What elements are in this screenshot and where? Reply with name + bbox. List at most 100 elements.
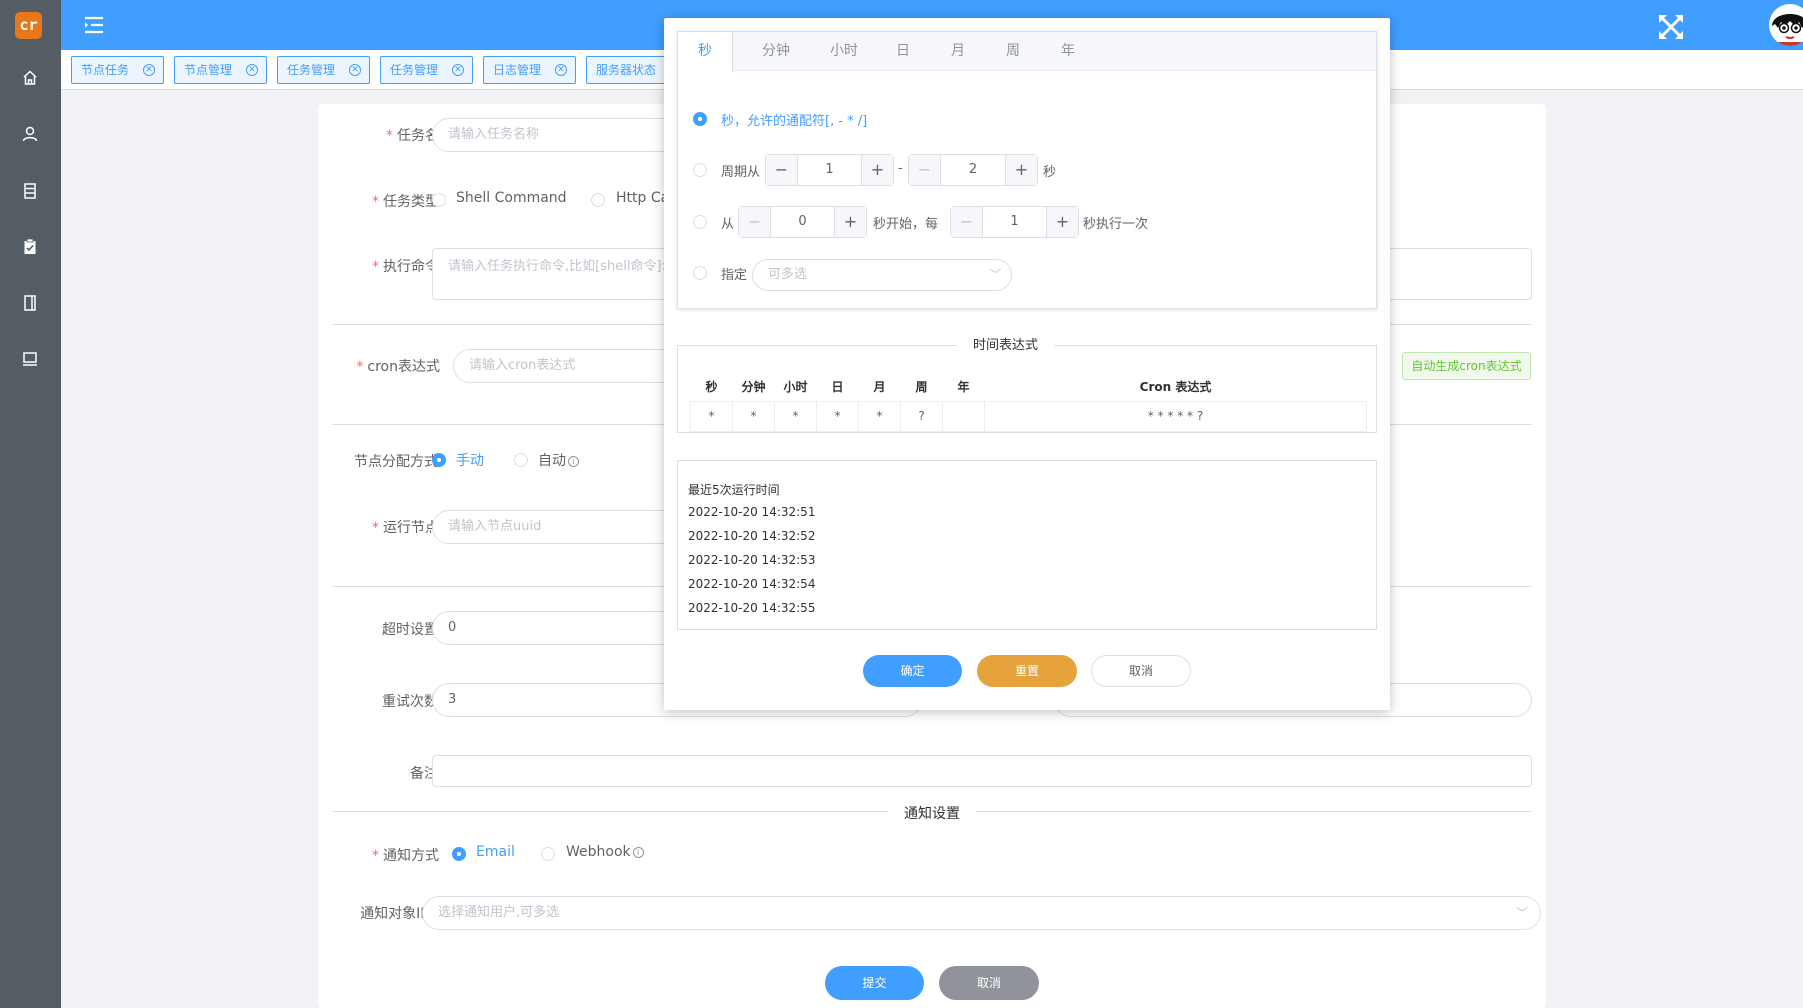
close-icon[interactable]: ✕	[555, 64, 567, 76]
minus-icon[interactable]: −	[909, 155, 941, 185]
period-prefix: 周期从	[721, 165, 761, 180]
tag-label: 服务器状态	[596, 63, 657, 77]
th-hour: 小时	[783, 380, 808, 395]
specify-select[interactable]: 可多选 ﹀	[752, 259, 1012, 291]
cron-label: * cron表达式	[356, 359, 440, 375]
cancel-button[interactable]: 取消	[939, 966, 1039, 1000]
tab-second[interactable]: 秒	[678, 32, 733, 72]
reset-button[interactable]: 重置	[977, 655, 1077, 687]
task-type-label: * 任务类型	[372, 194, 439, 210]
tab-minute[interactable]: 分钟	[746, 32, 806, 71]
from-start-stepper[interactable]: − 0 +	[738, 206, 867, 238]
confirm-button[interactable]: 确定	[863, 655, 962, 687]
fullscreen-icon[interactable]	[1651, 7, 1691, 47]
minus-icon[interactable]: −	[739, 207, 771, 237]
specify-radio[interactable]	[693, 266, 707, 280]
notify-section-title: 通知设置	[888, 803, 976, 823]
notify-email-radio[interactable]	[452, 847, 466, 861]
run-time: 2022-10-20 14:32:52	[688, 529, 816, 543]
tag-task-manage[interactable]: 任务管理 ✕	[277, 56, 370, 84]
notify-target-label: 通知对象ID	[360, 906, 431, 922]
tag-node-manage[interactable]: 节点管理 ✕	[174, 56, 267, 84]
close-icon[interactable]: ✕	[246, 64, 258, 76]
from-step-stepper[interactable]: − 1 +	[950, 206, 1079, 238]
expression-title: 时间表达式	[957, 334, 1055, 353]
close-icon[interactable]: ✕	[452, 64, 464, 76]
info-icon[interactable]: i	[568, 456, 579, 467]
notify-webhook-radio[interactable]	[541, 847, 555, 861]
chevron-down-icon: ﹀	[990, 268, 1001, 281]
avatar[interactable]	[1769, 4, 1803, 46]
tag-label: 任务管理	[390, 63, 439, 77]
run-times-title: 最近5次运行时间	[688, 483, 780, 497]
period-from-value[interactable]: 1	[798, 155, 861, 185]
notify-target-select[interactable]: 选择通知用户,可多选 ﹀	[422, 896, 1541, 930]
minus-icon[interactable]: −	[951, 207, 983, 237]
from-radio[interactable]	[693, 215, 707, 229]
th-year: 年	[957, 380, 970, 395]
list-icon[interactable]	[15, 176, 45, 206]
specify-prefix: 指定	[721, 268, 748, 283]
cell-year	[942, 400, 985, 432]
remark-textarea[interactable]	[432, 755, 1532, 787]
tab-month[interactable]: 月	[933, 32, 983, 71]
timeout-label: 超时设置	[382, 622, 438, 638]
tag-log-manage[interactable]: 日志管理 ✕	[483, 56, 576, 84]
submit-button[interactable]: 提交	[825, 966, 924, 1000]
task-type-http-radio[interactable]	[591, 193, 605, 207]
run-times-box: 最近5次运行时间 2022-10-20 14:32:51 2022-10-20 …	[677, 460, 1377, 630]
tab-week[interactable]: 周	[988, 32, 1038, 71]
run-time: 2022-10-20 14:32:55	[688, 601, 816, 615]
run-time: 2022-10-20 14:32:54	[688, 577, 816, 591]
dialog-cancel-button[interactable]: 取消	[1091, 655, 1191, 687]
info-icon[interactable]: i	[632, 847, 644, 858]
generate-cron-button[interactable]: 自动生成cron表达式	[1402, 352, 1531, 380]
node-assign-label: 节点分配方式	[354, 454, 438, 470]
period-radio[interactable]	[693, 163, 707, 177]
user-icon[interactable]	[15, 119, 45, 149]
from-start-value[interactable]: 0	[771, 207, 834, 237]
close-icon[interactable]: ✕	[349, 64, 361, 76]
period-from-stepper[interactable]: − 1 +	[765, 154, 894, 186]
command-label: * 执行命令	[372, 259, 439, 275]
menu-toggle-icon[interactable]	[83, 14, 105, 36]
plus-icon[interactable]: +	[1046, 207, 1078, 237]
from-suffix: 秒执行一次	[1083, 217, 1149, 232]
task-type-shell-label: Shell Command	[456, 190, 567, 206]
book-icon[interactable]	[15, 288, 45, 318]
tag-label: 节点任务	[81, 63, 130, 77]
tag-node-tasks[interactable]: 节点任务 ✕	[71, 56, 164, 84]
node-assign-manual-radio[interactable]	[432, 453, 446, 467]
from-mid: 秒开始，每	[873, 217, 939, 232]
wildcard-radio[interactable]	[693, 112, 707, 126]
cron-tab-header: 秒 分钟 小时 日 月 周 年	[678, 32, 1376, 72]
minus-icon[interactable]: −	[766, 155, 798, 185]
tag-task-manage-2[interactable]: 任务管理 ✕	[380, 56, 473, 84]
plus-icon[interactable]: +	[1005, 155, 1037, 185]
tag-server-status[interactable]: 服务器状态	[586, 56, 676, 84]
plus-icon[interactable]: +	[861, 155, 893, 185]
task-type-shell-radio[interactable]	[432, 193, 446, 207]
run-time: 2022-10-20 14:32:51	[688, 505, 816, 519]
th-month: 月	[873, 380, 886, 395]
from-prefix: 从	[721, 217, 735, 232]
close-icon[interactable]: ✕	[143, 64, 155, 76]
tab-day[interactable]: 日	[878, 32, 928, 71]
from-step-value[interactable]: 1	[983, 207, 1046, 237]
period-to-value[interactable]: 2	[941, 155, 1005, 185]
tab-hour[interactable]: 小时	[814, 32, 874, 71]
task-type-http-label: Http Ca	[616, 190, 670, 206]
cron-tabs: 秒 分钟 小时 日 月 周 年 秒，允许的通配符[, - * /] 周期从 − …	[677, 31, 1377, 309]
notify-email-label: Email	[476, 844, 515, 860]
sidebar: cr	[0, 0, 61, 1008]
monitor-icon[interactable]	[15, 344, 45, 374]
notify-webhook-label: Webhook i	[566, 844, 644, 860]
period-to-stepper[interactable]: − 2 +	[908, 154, 1038, 186]
tab-year[interactable]: 年	[1043, 32, 1093, 71]
home-icon[interactable]	[15, 63, 45, 93]
clipboard-icon[interactable]	[15, 232, 45, 262]
cell-month: *	[858, 400, 901, 432]
node-assign-auto-radio[interactable]	[514, 453, 528, 467]
wildcard-label: 秒，允许的通配符[, - * /]	[721, 114, 868, 129]
plus-icon[interactable]: +	[834, 207, 866, 237]
